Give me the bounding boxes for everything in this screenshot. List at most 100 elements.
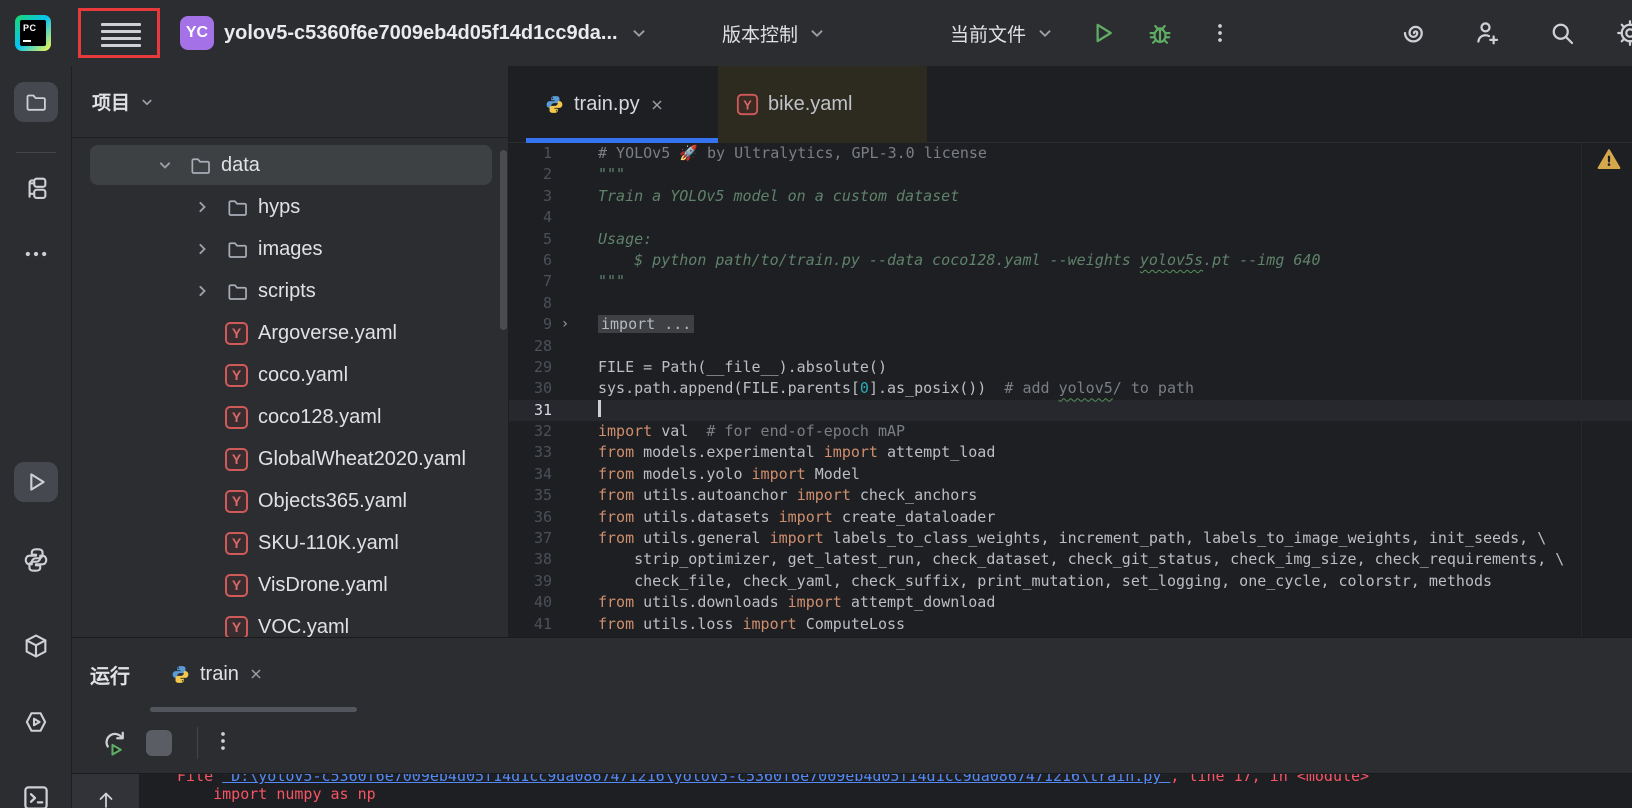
code-line-31[interactable]: 31 [509, 399, 1632, 422]
tree-item-scripts[interactable]: scripts [72, 270, 508, 312]
project-tree-scrollbar[interactable] [500, 150, 507, 330]
gutter-slot [552, 507, 578, 528]
line-number: 28 [533, 336, 552, 355]
code-line-29[interactable]: 29 FILE = Path(__file__).absolute() [509, 357, 1632, 378]
python-packages-tool-button[interactable] [14, 540, 58, 580]
tab-bike-yaml[interactable]: Y bike.yaml [718, 66, 927, 143]
gutter-slot [552, 378, 578, 399]
line-number: 8 [542, 293, 552, 312]
run-tool-button[interactable] [14, 462, 58, 502]
tree-item-argoverse-yaml[interactable]: Y Argoverse.yaml [72, 312, 508, 354]
code-line-1[interactable]: 1 # YOLOv5 🚀 by Ultralytics, GPL-3.0 lice… [509, 143, 1632, 164]
search-everywhere-button[interactable] [1546, 17, 1578, 49]
code-line-2[interactable]: 2 """ [509, 164, 1632, 185]
more-actions-button[interactable] [1204, 17, 1236, 49]
inspection-warning-icon[interactable] [1597, 148, 1621, 170]
gutter-slot [552, 207, 578, 228]
run-console: File "D:\yolov5-c5360f6e7009eb4d05f14d1c… [72, 773, 1632, 808]
code-line-32[interactable]: 32 import val # for end-of-epoch mAP [509, 421, 1632, 442]
tree-item-label: Argoverse.yaml [258, 321, 397, 344]
line-number: 29 [533, 357, 552, 376]
tree-item-coco-yaml[interactable]: Ycoco.yaml [72, 354, 508, 396]
chevron-down-icon[interactable] [155, 155, 188, 175]
debug-button[interactable] [1144, 17, 1176, 49]
stacktrace-link[interactable]: "D:\yolov5-c5360f6e7009eb4d05f14d1cc9da0… [222, 774, 1170, 785]
line-number: 38 [533, 550, 552, 569]
main-menu-button[interactable] [101, 23, 141, 47]
tree-item-label: scripts [258, 279, 316, 302]
code-line-6[interactable]: 6 $ python path/to/train.py --data coco1… [509, 250, 1632, 271]
tree-item-data[interactable]: data [72, 144, 508, 186]
tree-item-visdrone-yaml[interactable]: Y VisDrone.yaml [72, 564, 508, 606]
settings-button[interactable] [1614, 17, 1632, 49]
run-tab-indicator [150, 707, 357, 712]
chevron-right-icon[interactable] [192, 239, 225, 259]
editor-area: train.py Y bike.yaml 1 # YOLOv5 🚀 by Ultr… [508, 66, 1632, 637]
code-line-38[interactable]: 38 strip_optimizer, get_latest_run, chec… [509, 549, 1632, 570]
yaml-file-icon: Y [736, 93, 759, 116]
structure-tool-button[interactable] [14, 168, 58, 208]
code-line-4[interactable]: 4 [509, 207, 1632, 228]
gutter-slot [552, 336, 578, 357]
tree-item-voc-yaml[interactable]: Y VOC.yaml [72, 606, 508, 637]
code-line-35[interactable]: 35 from utils.autoanchor import check_anc… [509, 485, 1632, 506]
chevron-down-icon [138, 93, 156, 111]
close-icon[interactable] [649, 97, 665, 113]
ai-assistant-button[interactable] [1398, 17, 1430, 49]
code-line-41[interactable]: 41 from utils.loss import ComputeLoss [509, 614, 1632, 635]
vcs-widget[interactable]: 版本控制 [722, 0, 828, 66]
run-tab-train[interactable]: train [162, 638, 272, 710]
tree-item-label: VOC.yaml [258, 615, 350, 638]
code-line-33[interactable]: 33 from models.experimental import attemp… [509, 442, 1632, 463]
services-tool-button[interactable] [14, 702, 58, 742]
vcs-label: 版本控制 [722, 24, 799, 46]
tree-item-objects365-yaml[interactable]: Y Objects365.yaml [72, 480, 508, 522]
code-line-7[interactable]: 7 """ [509, 271, 1632, 292]
code-text: FILE = Path(__file__).absolute() [598, 357, 887, 376]
code-line-30[interactable]: 30 sys.path.append(FILE.parents[0].as_pos… [509, 378, 1632, 399]
chevron-right-icon[interactable] [192, 197, 225, 217]
code-line-34[interactable]: 34 from models.yolo import Model [509, 464, 1632, 485]
tree-item-images[interactable]: images [72, 228, 508, 270]
more-tools-button[interactable] [14, 234, 58, 274]
code-line-39[interactable]: 39 check_file, check_yaml, check_suffix,… [509, 571, 1632, 592]
code-line-36[interactable]: 36 from utils.datasets import create_data… [509, 507, 1632, 528]
code-with-me-button[interactable] [1472, 17, 1504, 49]
tree-item-label: hyps [258, 195, 301, 218]
project-selector[interactable]: yolov5-c5360f6e7009eb4d05f14d1cc9da... [224, 0, 650, 66]
code-line-8[interactable]: 8 [509, 293, 1632, 314]
line-number: 37 [533, 529, 552, 548]
tree-item-globalwheat2020-yaml[interactable]: Y GlobalWheat2020.yaml [72, 438, 508, 480]
console-output[interactable]: File "D:\yolov5-c5360f6e7009eb4d05f14d1c… [140, 774, 1632, 808]
tree-item-hyps[interactable]: hyps [72, 186, 508, 228]
run-config-selector[interactable]: 当前文件 [950, 0, 1056, 66]
fold-arrow-icon[interactable]: › [552, 314, 578, 335]
run-button[interactable] [1086, 17, 1118, 49]
tree-item-coco128-yaml[interactable]: Ycoco128.yaml [72, 396, 508, 438]
tab-train-py[interactable]: train.py [526, 66, 718, 143]
code-line-3[interactable]: 3 Train a YOLOv5 model on a custom datase… [509, 186, 1632, 207]
python-console-tool-button[interactable] [14, 626, 58, 666]
scroll-up-icon[interactable] [94, 787, 118, 808]
code-line-37[interactable]: 37 from utils.general import labels_to_cl… [509, 528, 1632, 549]
tree-item-label: coco128.yaml [258, 405, 382, 428]
code-text: from utils.loss import ComputeLoss [598, 614, 906, 633]
code-line-5[interactable]: 5 Usage: [509, 229, 1632, 250]
project-panel-header[interactable]: 项目 [92, 66, 156, 137]
console-more-button[interactable] [210, 728, 240, 758]
code-editor[interactable]: 1 # YOLOv5 🚀 by Ultralytics, GPL-3.0 lice… [509, 143, 1632, 637]
code-line-40[interactable]: 40 from utils.downloads import attempt_do… [509, 592, 1632, 613]
chevron-right-icon[interactable] [192, 281, 225, 301]
terminal-tool-button[interactable] [14, 778, 58, 808]
stop-button[interactable] [146, 730, 172, 756]
code-line-28[interactable]: 28 [509, 336, 1632, 357]
line-number: 33 [533, 443, 552, 462]
line-number: 1 [542, 144, 552, 162]
code-line-9[interactable]: 9 › import ... [509, 314, 1632, 335]
run-toolbar [72, 713, 1632, 773]
close-icon[interactable] [248, 666, 264, 682]
folder-icon [225, 238, 258, 261]
project-tool-button[interactable] [14, 82, 58, 122]
rerun-button[interactable] [100, 728, 130, 758]
tree-item-sku-110k-yaml[interactable]: Y SKU-110K.yaml [72, 522, 508, 564]
